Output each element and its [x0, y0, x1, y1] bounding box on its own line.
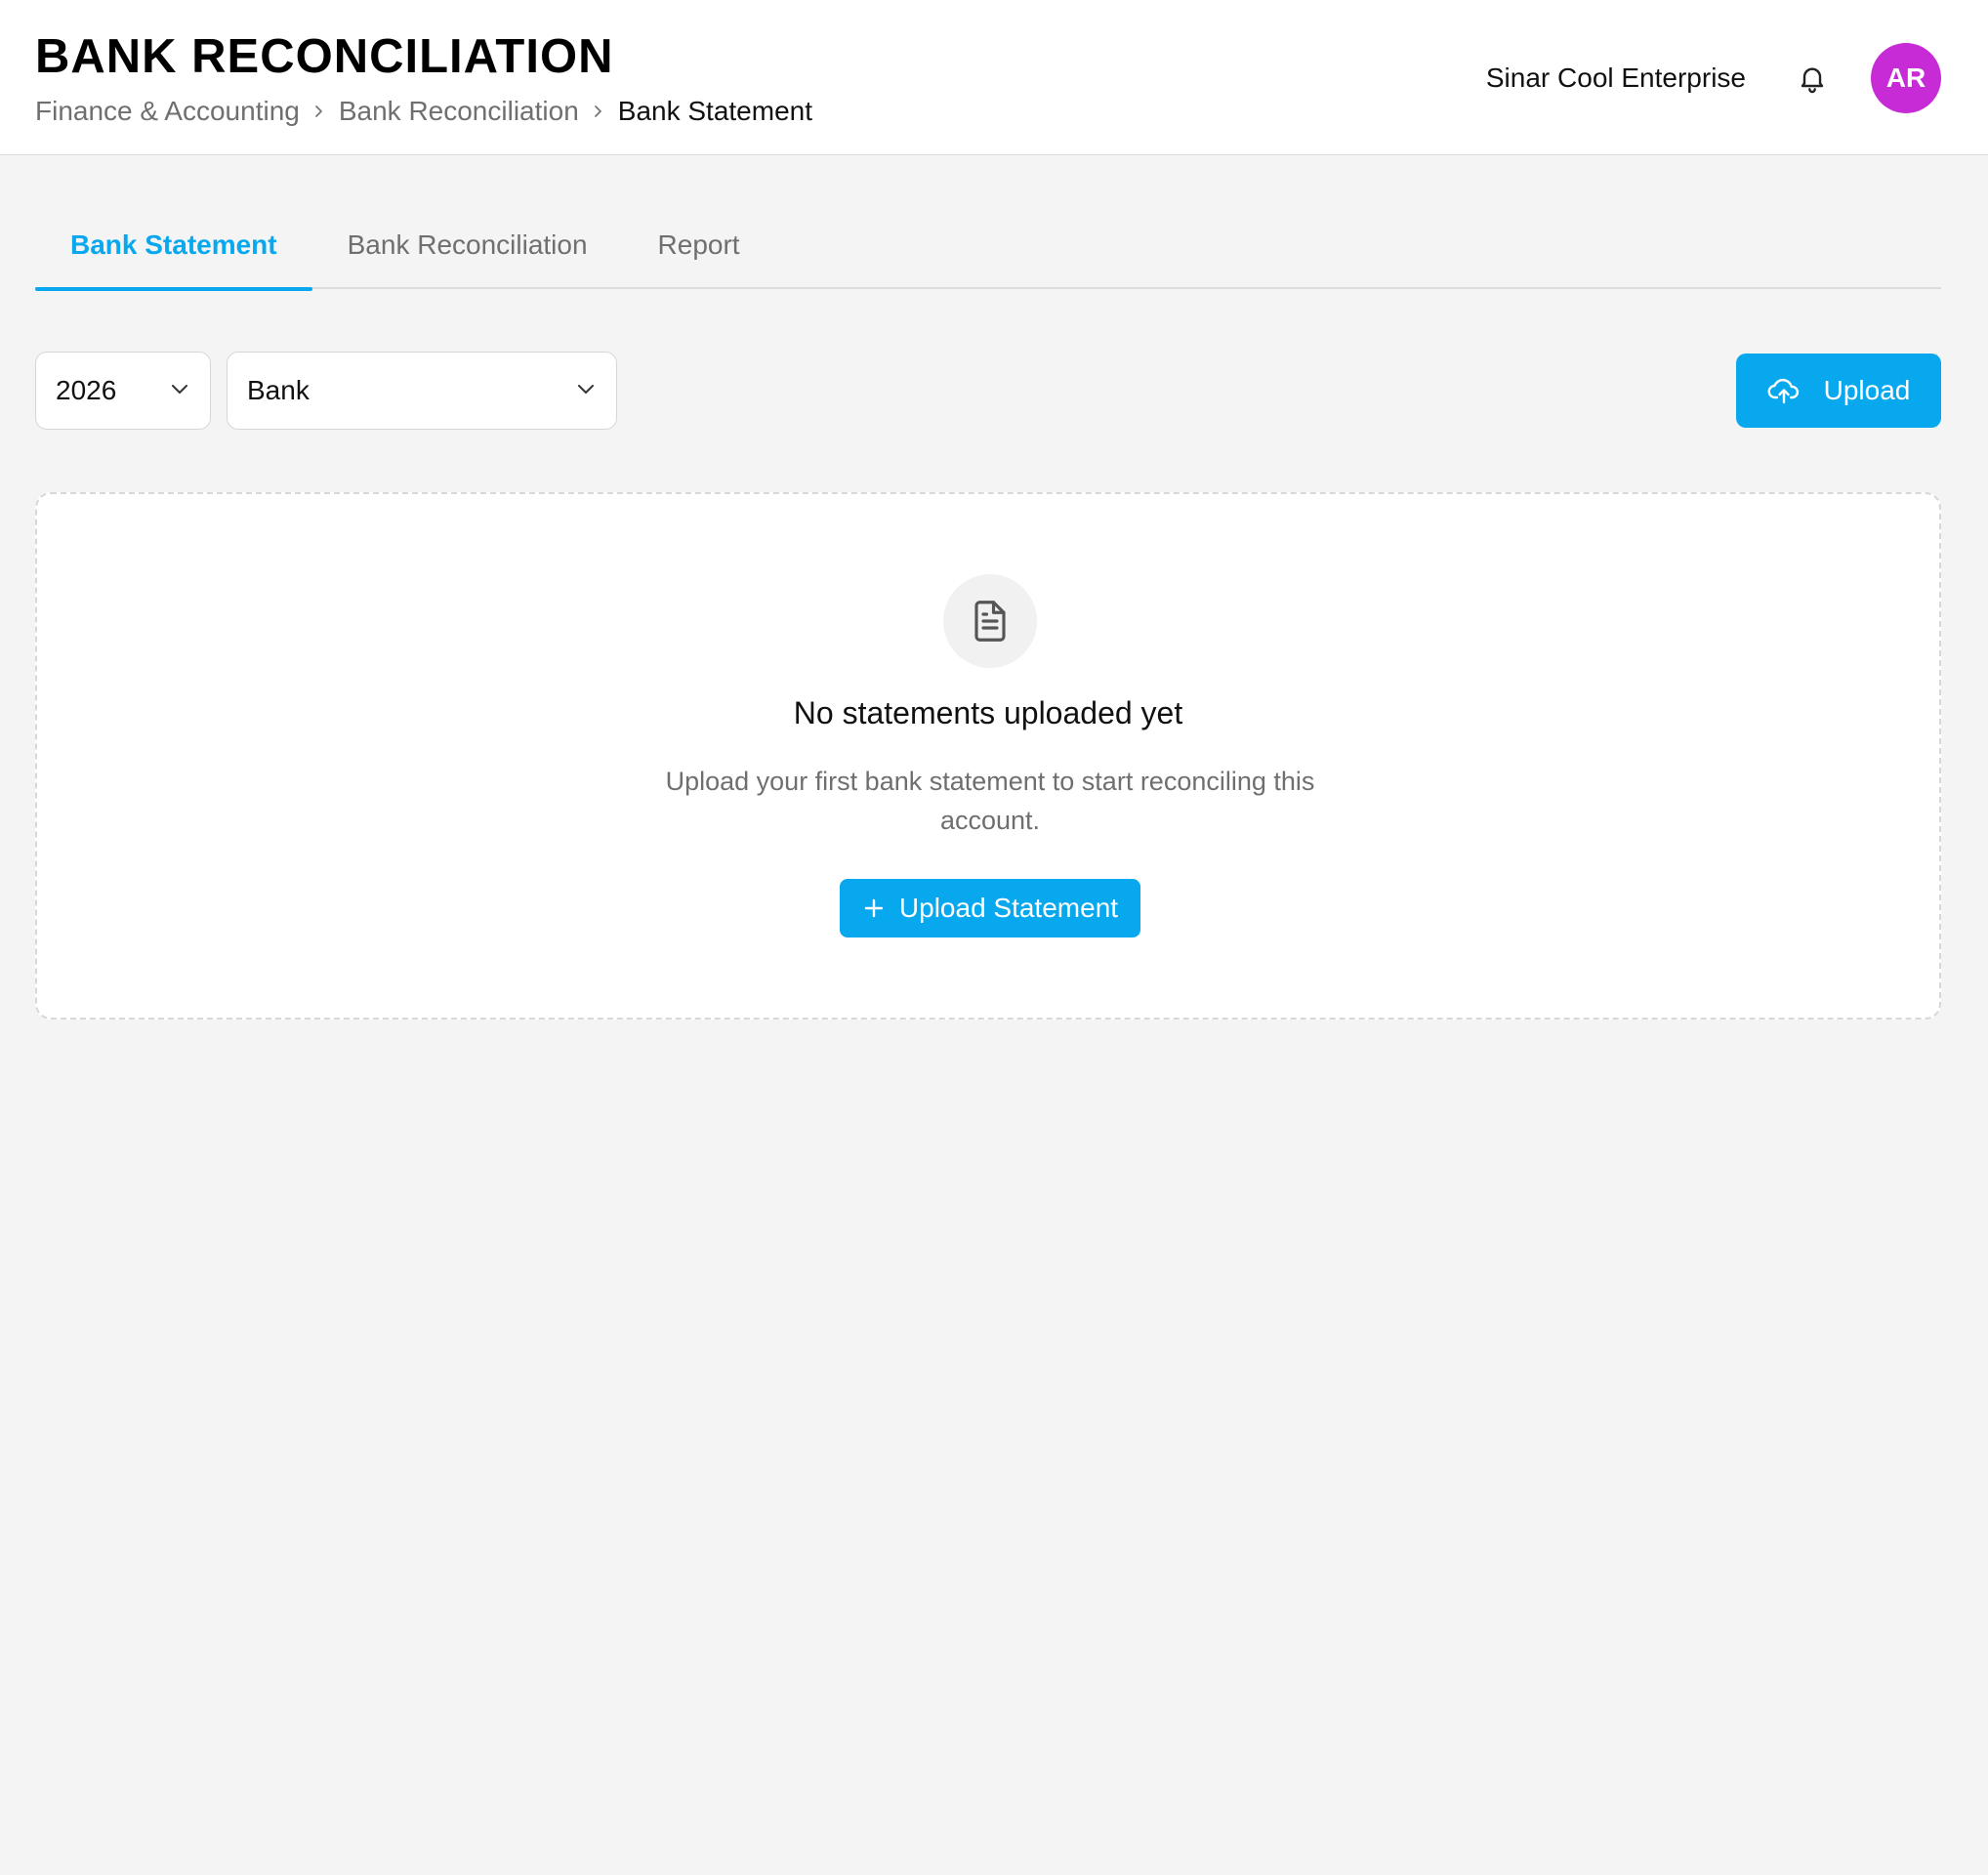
breadcrumb-item-finance[interactable]: Finance & Accounting: [35, 95, 300, 128]
bank-select-value: Bank: [247, 375, 310, 405]
header-actions: Sinar Cool Enterprise AR: [1486, 41, 1941, 115]
tab-report[interactable]: Report: [623, 207, 775, 289]
chevron-down-icon: [575, 375, 597, 406]
empty-state-description: Upload your first bank statement to star…: [665, 767, 1315, 835]
document-icon: [943, 574, 1037, 668]
upload-statement-button-label: Upload Statement: [898, 893, 1119, 923]
breadcrumb-item-bank-statement: Bank Statement: [617, 96, 812, 126]
avatar[interactable]: AR: [1871, 43, 1941, 113]
breadcrumb: Finance & Accounting Bank Reconciliation…: [35, 95, 812, 128]
year-select[interactable]: 2026: [35, 352, 211, 430]
empty-state-title: No statements uploaded yet: [793, 695, 1183, 730]
tab-bank-reconciliation[interactable]: Bank Reconciliation: [312, 207, 623, 289]
upload-button-label: Upload: [1823, 375, 1911, 405]
chevron-right-icon: [300, 104, 339, 118]
empty-state: No statements uploaded yet Upload your f…: [35, 492, 1941, 1020]
company-name[interactable]: Sinar Cool Enterprise: [1486, 62, 1746, 94]
plus-icon: [862, 896, 886, 920]
breadcrumb-item-bank-reconciliation[interactable]: Bank Reconciliation: [339, 95, 579, 128]
app-header: BANK RECONCILIATION Finance & Accounting…: [0, 0, 1988, 155]
page-title: BANK RECONCILIATION: [35, 30, 614, 83]
year-select-value: 2026: [56, 375, 117, 405]
chevron-right-icon: [579, 104, 618, 118]
tab-bar: Bank Statement Bank Reconciliation Repor…: [35, 207, 1941, 291]
bank-select[interactable]: Bank: [227, 352, 617, 430]
bell-icon[interactable]: [1793, 59, 1832, 98]
upload-statement-button[interactable]: Upload Statement: [840, 879, 1140, 938]
upload-button[interactable]: Upload: [1736, 354, 1941, 428]
tab-bank-statement[interactable]: Bank Statement: [35, 207, 312, 291]
cloud-upload-icon: [1767, 376, 1801, 405]
chevron-down-icon: [169, 375, 190, 406]
